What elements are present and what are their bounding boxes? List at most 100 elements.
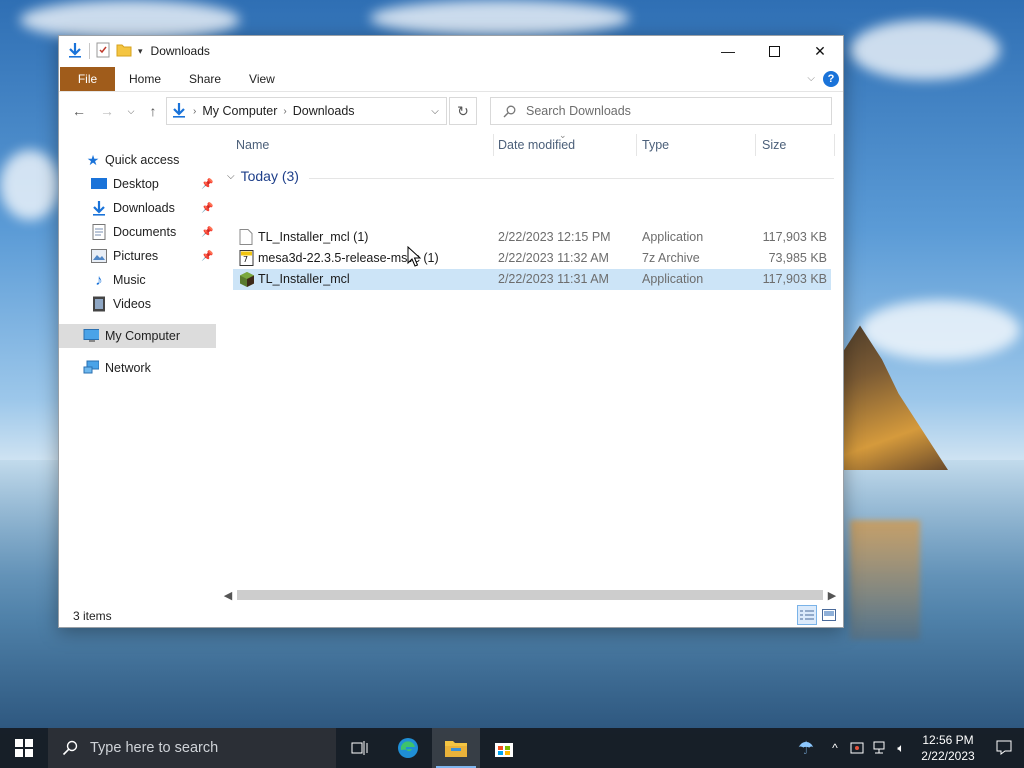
sidebar-item-network[interactable]: Network <box>59 356 216 380</box>
folder-icon <box>445 741 467 757</box>
edge-button[interactable] <box>384 728 432 768</box>
column-header-size[interactable]: Size <box>762 138 786 152</box>
properties-icon[interactable] <box>96 42 110 61</box>
network-tray-icon[interactable] <box>868 741 890 755</box>
scroll-thumb[interactable] <box>237 590 823 600</box>
sidebar-item-music[interactable]: ♪ Music <box>59 268 216 292</box>
toolbar-separator <box>89 43 90 59</box>
column-header-type[interactable]: Type <box>642 138 669 152</box>
sidebar-item-quick-access[interactable]: ★ Quick access <box>59 148 216 172</box>
column-divider <box>493 134 494 156</box>
details-view-icon <box>800 610 814 620</box>
wallpaper-cloud <box>0 150 60 220</box>
help-icon[interactable]: ? <box>823 70 839 87</box>
wallpaper-reflection <box>850 520 920 640</box>
network-icon <box>83 360 99 376</box>
volume-icon[interactable]: 🔈︎ <box>890 741 912 756</box>
large-icons-view-button[interactable] <box>819 605 839 625</box>
status-item-count: 3 items <box>73 609 112 623</box>
notification-center-button[interactable] <box>984 740 1024 756</box>
expand-ribbon-icon[interactable]: ⌵ <box>807 73 815 84</box>
notification-icon <box>996 740 1012 755</box>
tab-file[interactable]: File <box>60 66 115 91</box>
store-button[interactable] <box>480 728 528 768</box>
column-header-date[interactable]: Date modified <box>498 138 575 152</box>
minimize-button[interactable]: — <box>705 36 751 66</box>
recent-locations-button[interactable]: ⌵ <box>119 99 143 123</box>
tab-share[interactable]: Share <box>175 67 235 91</box>
breadcrumb-my-computer[interactable]: My Computer <box>202 104 277 118</box>
column-header-name[interactable]: Name <box>236 138 269 152</box>
tab-view[interactable]: View <box>235 67 289 91</box>
svg-text:7: 7 <box>243 255 248 264</box>
new-folder-icon[interactable] <box>116 42 132 61</box>
maximize-icon <box>768 45 780 57</box>
taskbar-search-box[interactable]: Type here to search <box>48 728 336 768</box>
close-button[interactable]: ✕ <box>797 36 843 66</box>
window-title: Downloads <box>150 44 210 58</box>
close-icon: ✕ <box>814 42 826 59</box>
up-button[interactable]: ↑ <box>141 99 165 123</box>
start-button[interactable] <box>0 728 48 768</box>
horizontal-scrollbar[interactable]: ◀ ▶ <box>219 586 841 604</box>
wallpaper-cloud <box>370 0 630 36</box>
group-label: Today (3) <box>240 168 299 184</box>
file-explorer-button[interactable] <box>432 728 480 768</box>
ribbon-tabs: File Home Share View ⌵ ? <box>59 66 843 92</box>
file-size: 73,985 KB <box>768 251 827 265</box>
file-date: 2/22/2023 12:15 PM <box>498 230 611 244</box>
task-view-button[interactable] <box>336 728 384 768</box>
sidebar-item-downloads[interactable]: Downloads 📌 <box>59 196 216 220</box>
back-button[interactable]: ← <box>67 99 91 123</box>
title-bar[interactable]: ▾ Downloads — ✕ <box>59 36 843 66</box>
star-icon: ★ <box>86 151 100 168</box>
pin-icon: 📌 <box>201 250 214 262</box>
breadcrumb: › My Computer › Downloads <box>167 102 355 121</box>
search-icon <box>62 740 78 756</box>
window-controls: — ✕ <box>705 36 843 66</box>
quick-access-toolbar: ▾ <box>59 42 143 61</box>
security-icon[interactable] <box>846 741 868 755</box>
wallpaper-cloud <box>20 0 240 40</box>
view-switcher <box>797 605 839 625</box>
navigation-pane: ★ Quick access Desktop 📌 Downloads 📌 Doc… <box>59 148 216 380</box>
sidebar-item-desktop[interactable]: Desktop 📌 <box>59 172 216 196</box>
scroll-left-icon[interactable]: ◀ <box>219 589 237 602</box>
taskbar-search-input[interactable]: Type here to search <box>90 740 218 756</box>
details-view-button[interactable] <box>797 605 817 625</box>
videos-icon <box>91 296 107 312</box>
file-row[interactable]: 7 mesa3d-22.3.5-release-msvc (1) 2/22/20… <box>233 248 831 269</box>
search-input[interactable]: Search Downloads <box>526 104 631 118</box>
address-bar[interactable]: › My Computer › Downloads ⌵ <box>166 97 447 125</box>
back-arrow-icon: ← <box>72 103 86 119</box>
sidebar-item-label: My Computer <box>105 329 181 343</box>
tab-home[interactable]: Home <box>115 67 175 91</box>
task-view-icon <box>351 741 368 755</box>
file-row[interactable]: TL_Installer_mcl (1) 2/22/2023 12:15 PM … <box>233 227 831 248</box>
search-box[interactable]: Search Downloads <box>490 97 832 125</box>
refresh-button[interactable]: ↻ <box>449 97 477 125</box>
weather-icon[interactable]: ☂ <box>788 738 824 759</box>
address-history-dropdown-icon[interactable]: ⌵ <box>424 106 446 117</box>
sidebar-item-videos[interactable]: Videos <box>59 292 216 316</box>
breadcrumb-downloads[interactable]: Downloads <box>293 104 355 118</box>
clock[interactable]: 12:56 PM 2/22/2023 <box>912 732 984 764</box>
document-icon <box>91 224 107 240</box>
ribbon-right-controls: ⌵ ? <box>807 70 843 87</box>
clock-date: 2/22/2023 <box>921 749 975 763</box>
show-hidden-icons-icon[interactable]: ^ <box>824 741 846 755</box>
chevron-down-icon: ⌵ <box>227 170 235 182</box>
forward-button[interactable]: → <box>95 99 119 123</box>
sidebar-item-pictures[interactable]: Pictures 📌 <box>59 244 216 268</box>
maximize-button[interactable] <box>751 36 797 66</box>
group-header-today[interactable]: ⌵ Today (3) <box>227 168 299 184</box>
customize-toolbar-icon[interactable]: ▾ <box>138 46 143 57</box>
scroll-right-icon[interactable]: ▶ <box>823 589 841 602</box>
sidebar-item-my-computer[interactable]: My Computer <box>59 324 216 348</box>
pin-icon: 📌 <box>201 202 214 214</box>
forward-arrow-icon: → <box>100 103 114 119</box>
file-row[interactable]: TL_Installer_mcl 2/22/2023 11:31 AM Appl… <box>233 269 831 290</box>
column-divider <box>834 134 835 156</box>
sidebar-item-label: Pictures <box>113 249 159 263</box>
sidebar-item-documents[interactable]: Documents 📌 <box>59 220 216 244</box>
